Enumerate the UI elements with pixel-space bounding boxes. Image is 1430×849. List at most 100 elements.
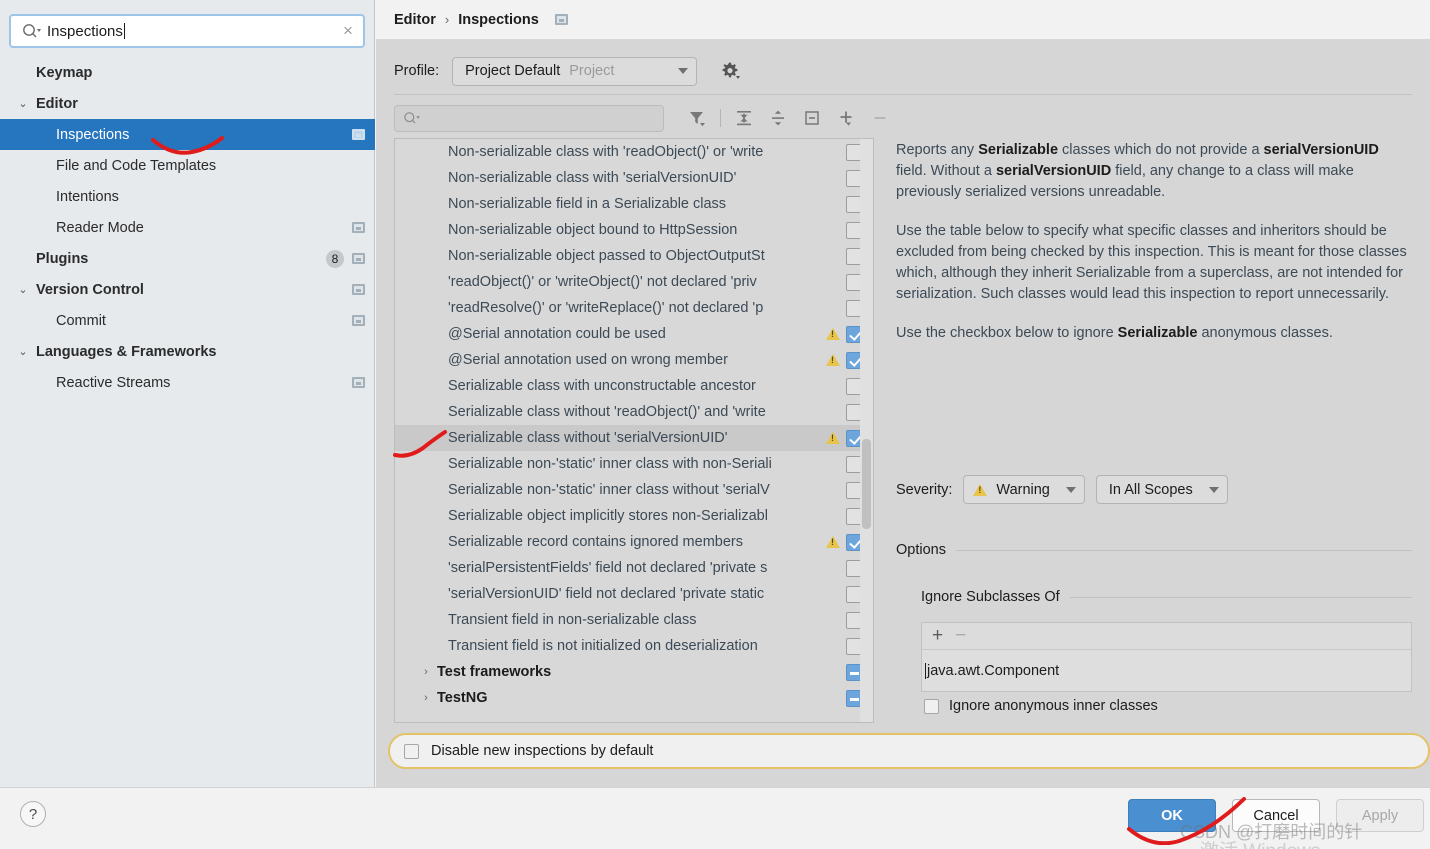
remove-icon xyxy=(863,104,897,132)
options-rule xyxy=(955,549,1412,551)
window-icon[interactable] xyxy=(352,315,365,326)
inspection-group-row[interactable]: › TestNG xyxy=(395,685,873,711)
expand-all-icon[interactable] xyxy=(727,104,761,132)
inspection-row[interactable]: 'serialPersistentFields' field not decla… xyxy=(395,555,873,581)
inspection-label: 'readObject()' or 'writeObject()' not de… xyxy=(448,274,757,290)
settings-search-box[interactable]: Inspections × xyxy=(9,14,365,48)
inspection-label: Serializable class with unconstructable … xyxy=(448,378,756,394)
inspections-list-body: Non-serializable class with 'readObject(… xyxy=(395,139,873,711)
chevron-right-icon[interactable]: › xyxy=(415,666,437,678)
desc-p1-b3: serialVersionUID xyxy=(995,163,1112,179)
clear-search-icon[interactable]: × xyxy=(333,21,363,41)
add-icon[interactable] xyxy=(829,104,863,132)
window-icon[interactable] xyxy=(352,222,365,233)
desc-p1-c: classes which do not provide a xyxy=(1058,142,1264,158)
sidebar-item-version-control[interactable]: ⌄ Version Control xyxy=(0,274,375,305)
sidebar-item-keymap[interactable]: Keymap xyxy=(0,57,375,88)
window-icon[interactable] xyxy=(352,129,365,140)
severity-dropdown[interactable]: Warning xyxy=(963,475,1085,504)
chevron-down-icon[interactable]: ⌄ xyxy=(16,274,30,305)
inspection-row[interactable]: Serializable class without 'serialVersio… xyxy=(395,425,873,451)
inspection-label: @Serial annotation could be used xyxy=(448,326,666,342)
sidebar-item-trailing xyxy=(352,305,375,336)
window-icon[interactable] xyxy=(554,14,568,25)
inspection-row[interactable]: Non-serializable field in a Serializable… xyxy=(395,191,873,217)
window-icon[interactable] xyxy=(352,253,365,264)
inspection-group-row[interactable]: › Test frameworks xyxy=(395,659,873,685)
inspection-row[interactable]: 'readResolve()' or 'writeReplace()' not … xyxy=(395,295,873,321)
inspection-row[interactable]: Serializable object implicitly stores no… xyxy=(395,503,873,529)
inspection-row[interactable]: Transient field is not initialized on de… xyxy=(395,633,873,659)
severity-label: Severity: xyxy=(896,481,953,498)
search-icon xyxy=(18,23,44,40)
inspection-filter-input[interactable] xyxy=(394,104,664,132)
sidebar-item-label: Plugins xyxy=(36,250,89,267)
ignore-subclasses-table[interactable]: + − java.awt.Component xyxy=(921,622,1412,692)
sidebar-item-reader-mode[interactable]: Reader Mode xyxy=(0,212,375,243)
options-section-header: Options xyxy=(896,542,1412,558)
inspection-row[interactable]: Non-serializable object bound to HttpSes… xyxy=(395,217,873,243)
profile-dropdown[interactable]: Project Default Project xyxy=(452,56,698,86)
inspection-row[interactable]: @Serial annotation could be used xyxy=(395,321,873,347)
desc-p1-d: field. Without a xyxy=(896,163,996,179)
profile-label: Profile: xyxy=(394,63,440,79)
inspection-row[interactable]: Serializable class with unconstructable … xyxy=(395,373,873,399)
inspection-label: 'readResolve()' or 'writeReplace()' not … xyxy=(448,300,764,316)
sidebar-item-trailing xyxy=(365,336,375,367)
sidebar-item-editor[interactable]: ⌄ Editor xyxy=(0,88,375,119)
sidebar-item-trailing xyxy=(365,88,375,119)
help-button[interactable]: ? xyxy=(20,801,46,827)
inspection-row[interactable]: 'readObject()' or 'writeObject()' not de… xyxy=(395,269,873,295)
inspection-label: Serializable non-'static' inner class wi… xyxy=(448,456,772,472)
remove-row-icon[interactable]: − xyxy=(955,626,966,645)
list-scrollbar[interactable] xyxy=(860,139,873,722)
inspection-row[interactable]: Serializable class without 'readObject()… xyxy=(395,399,873,425)
group-by-icon[interactable] xyxy=(795,104,829,132)
gear-icon[interactable] xyxy=(717,58,743,84)
sidebar-item-trailing xyxy=(365,150,375,181)
filter-icon[interactable] xyxy=(680,104,714,132)
sidebar-item-languages-frameworks[interactable]: ⌄ Languages & Frameworks xyxy=(0,336,375,367)
sidebar-item-plugins[interactable]: Plugins 8 xyxy=(0,243,375,274)
sidebar-item-inspections[interactable]: Inspections xyxy=(0,119,375,150)
apply-button: Apply xyxy=(1336,799,1424,832)
disable-new-inspections-checkbox[interactable] xyxy=(404,743,419,759)
disable-new-inspections-bar[interactable]: Disable new inspections by default xyxy=(388,733,1430,769)
cancel-button[interactable]: Cancel xyxy=(1232,799,1320,832)
sidebar-item-commit[interactable]: Commit xyxy=(0,305,375,336)
inspection-row[interactable]: Non-serializable class with 'serialVersi… xyxy=(395,165,873,191)
ignore-subclasses-header: Ignore Subclasses Of xyxy=(921,589,1412,605)
sidebar-item-intentions[interactable]: Intentions xyxy=(0,181,375,212)
inspection-row[interactable]: Serializable non-'static' inner class wi… xyxy=(395,451,873,477)
ignore-anonymous-checkbox[interactable] xyxy=(924,698,939,714)
sidebar-item-label: Commit xyxy=(56,312,106,329)
table-row[interactable]: java.awt.Component xyxy=(922,650,1411,691)
inspection-row[interactable]: Serializable non-'static' inner class wi… xyxy=(395,477,873,503)
scope-dropdown[interactable]: In All Scopes xyxy=(1095,475,1228,504)
collapse-all-icon[interactable] xyxy=(761,104,795,132)
inspections-list[interactable]: Non-serializable class with 'readObject(… xyxy=(394,138,874,723)
inspection-row[interactable]: Non-serializable class with 'readObject(… xyxy=(395,139,873,165)
sidebar-item-label: Version Control xyxy=(36,281,144,298)
search-input[interactable]: Inspections xyxy=(44,22,333,40)
inspection-row[interactable]: Non-serializable object passed to Object… xyxy=(395,243,873,269)
breadcrumb-parent[interactable]: Editor xyxy=(394,12,436,28)
add-row-icon[interactable]: + xyxy=(932,626,943,645)
chevron-down-icon[interactable]: ⌄ xyxy=(16,336,30,367)
inspection-row[interactable]: 'serialVersionUID' field not declared 'p… xyxy=(395,581,873,607)
sidebar-item-trailing xyxy=(352,274,375,305)
sidebar-item-file-and-code-templates[interactable]: File and Code Templates xyxy=(0,150,375,181)
ignore-anonymous-row[interactable]: Ignore anonymous inner classes xyxy=(924,698,1158,714)
sidebar-item-reactive-streams[interactable]: Reactive Streams xyxy=(0,367,375,398)
ignore-table-toolbar: + − xyxy=(922,623,1411,650)
ok-button[interactable]: OK xyxy=(1128,799,1216,832)
window-icon[interactable] xyxy=(352,377,365,388)
inspection-label: @Serial annotation used on wrong member xyxy=(448,352,728,368)
window-icon[interactable] xyxy=(352,284,365,295)
chevron-down-icon[interactable]: ⌄ xyxy=(16,88,30,119)
inspection-row[interactable]: @Serial annotation used on wrong member xyxy=(395,347,873,373)
list-scrollbar-thumb[interactable] xyxy=(862,439,871,529)
chevron-right-icon[interactable]: › xyxy=(415,692,437,704)
inspection-row[interactable]: Serializable record contains ignored mem… xyxy=(395,529,873,555)
inspection-row[interactable]: Transient field in non-serializable clas… xyxy=(395,607,873,633)
